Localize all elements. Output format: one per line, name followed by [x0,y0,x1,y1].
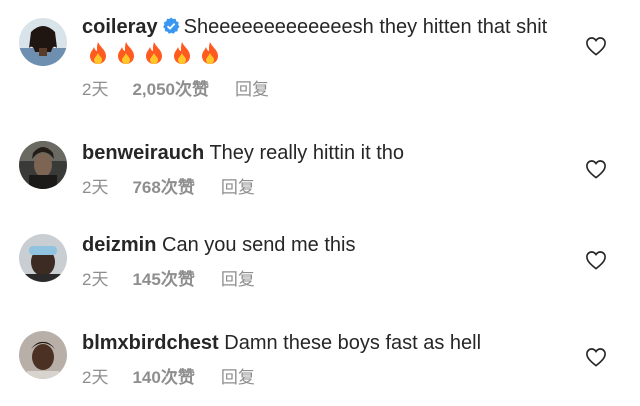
comment-meta: 2天 2,050次赞 回复 [82,79,269,101]
avatar[interactable] [19,331,67,379]
like-heart-icon[interactable] [585,159,607,179]
avatar[interactable] [19,18,67,66]
fire-icon [144,41,164,65]
comment-text: Damn these boys fast as hell [224,332,482,354]
reply-button[interactable]: 回复 [221,177,255,199]
comment-likes[interactable]: 140次赞 [132,367,194,389]
comment-username[interactable]: benweirauch [82,142,204,164]
fire-icon [200,41,220,65]
like-heart-icon[interactable] [585,347,607,367]
comment-meta: 2天 140次赞 回复 [82,367,255,389]
like-heart-icon[interactable] [585,250,607,270]
comment-likes[interactable]: 768次赞 [132,177,194,199]
comment-text: They really hittin it tho [209,142,404,164]
reply-button[interactable]: 回复 [235,79,269,101]
comment-username[interactable]: blmxbirdchest [82,332,219,354]
fire-icon [172,41,192,65]
like-heart-icon[interactable] [585,36,607,56]
comment-text: Sheeeeeeeeeeeeesh they hitten that shit [183,16,548,38]
fire-emoji-group [88,41,228,73]
fire-icon [88,41,108,65]
comment-likes[interactable]: 2,050次赞 [132,79,209,101]
reply-button[interactable]: 回复 [221,367,255,389]
comment-time: 2天 [82,80,109,99]
comment-likes[interactable]: 145次赞 [132,269,194,291]
comment-meta: 2天 768次赞 回复 [82,177,255,199]
comment-time: 2天 [82,178,109,197]
fire-icon [116,41,136,65]
avatar[interactable] [19,141,67,189]
reply-button[interactable]: 回复 [221,269,255,291]
comment-meta: 2天 145次赞 回复 [82,269,255,291]
comment-time: 2天 [82,270,109,289]
comment-text: Can you send me this [162,234,356,256]
comment-username[interactable]: deizmin [82,234,156,256]
verified-badge-icon [162,17,180,35]
comment-time: 2天 [82,368,109,387]
comment-username[interactable]: coileray [82,16,158,38]
avatar[interactable] [19,234,67,282]
